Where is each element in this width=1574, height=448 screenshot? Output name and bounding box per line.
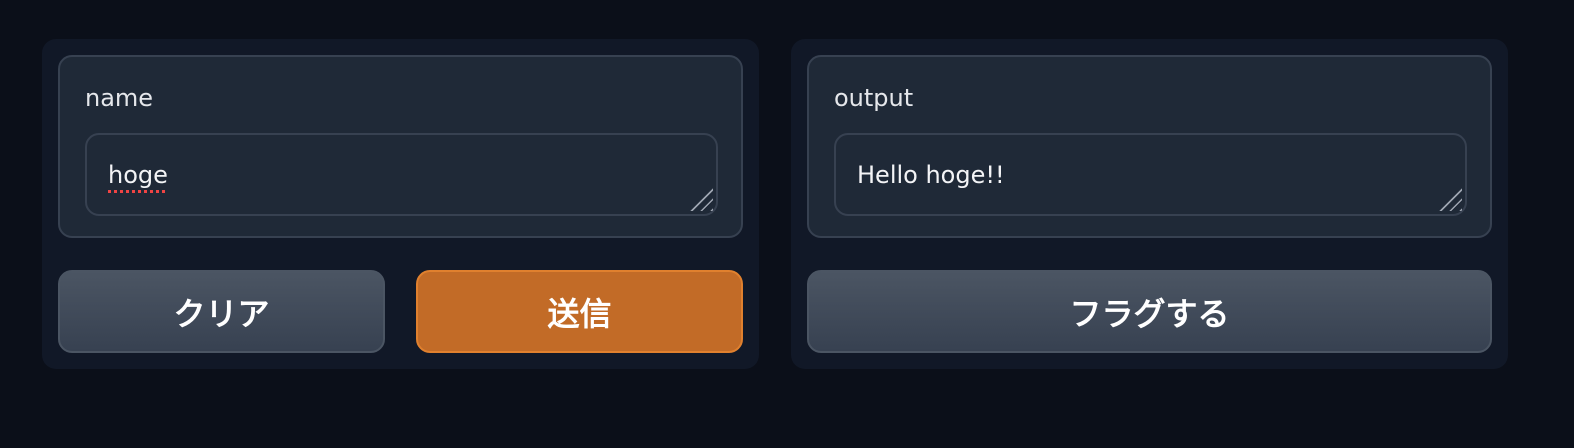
output-textbox-value[interactable]: Hello hoge!! <box>857 160 1005 190</box>
output-panel: output Hello hoge!! フラグする <box>791 39 1508 369</box>
output-textbox[interactable]: Hello hoge!! <box>834 133 1467 216</box>
name-field-block: name hoge <box>58 55 743 238</box>
resize-handle-icon[interactable] <box>689 187 713 211</box>
resize-handle-icon[interactable] <box>1438 187 1462 211</box>
name-label: name <box>85 84 154 112</box>
name-input[interactable]: hoge <box>85 133 718 216</box>
output-label: output <box>834 84 914 112</box>
input-panel: name hoge クリア 送信 <box>42 39 759 369</box>
name-input-value[interactable]: hoge <box>108 160 168 190</box>
flag-button[interactable]: フラグする <box>807 270 1492 353</box>
clear-button[interactable]: クリア <box>58 270 385 353</box>
submit-button[interactable]: 送信 <box>416 270 743 353</box>
output-field-block: output Hello hoge!! <box>807 55 1492 238</box>
